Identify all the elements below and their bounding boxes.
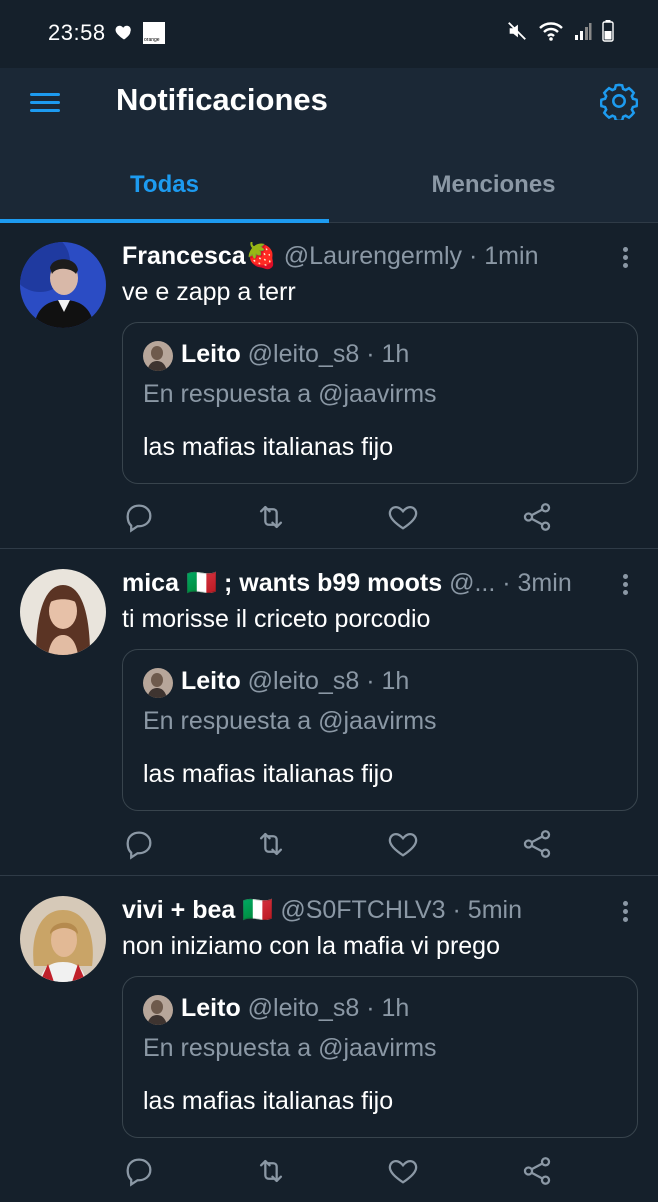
- quoted-tweet[interactable]: Leito @leito_s8 · 1h En respuesta a @jaa…: [122, 649, 638, 811]
- mute-icon: [506, 20, 528, 47]
- quote-text: las mafias italianas fijo: [143, 1087, 394, 1115]
- username: @leito_s8: [247, 994, 360, 1022]
- avatar[interactable]: [20, 242, 106, 328]
- share-icon[interactable]: [520, 827, 556, 863]
- notification-item[interactable]: mica 🇮🇹 ; wants b99 moots @... · 3min ti…: [0, 549, 658, 876]
- username: @leito_s8: [247, 667, 360, 695]
- notification-item[interactable]: vivi + bea 🇮🇹 @S0FTCHLV3 · 5min non iniz…: [0, 876, 658, 1202]
- wifi-icon: [538, 20, 564, 47]
- italy-flag-emoji: 🇮🇹: [185, 569, 218, 597]
- separator: ·: [366, 667, 375, 695]
- timestamp: 1h: [381, 667, 410, 695]
- avatar[interactable]: [20, 569, 106, 655]
- quote-text: las mafias italianas fijo: [143, 760, 394, 788]
- like-icon[interactable]: [386, 1154, 422, 1190]
- action-bar: [122, 500, 562, 536]
- display-name: Leito: [181, 667, 241, 695]
- strawberry-emoji: 🍓: [245, 242, 277, 270]
- status-icons: [506, 20, 614, 47]
- reply-context: En respuesta a @jaavirms: [143, 1034, 437, 1062]
- like-icon[interactable]: [386, 827, 422, 863]
- app-bar: Notificaciones Todas Menciones: [0, 68, 658, 223]
- tab-todas[interactable]: Todas: [0, 156, 329, 222]
- display-name[interactable]: Francesca: [122, 242, 246, 270]
- tweet-text: ti morisse il criceto porcodio: [122, 605, 431, 633]
- separator: ·: [502, 569, 511, 597]
- avatar: [143, 341, 173, 371]
- reply-icon[interactable]: [122, 1154, 158, 1190]
- notification-header: Francesca🍓 @Laurengermly · 1min: [122, 242, 592, 271]
- retweet-icon[interactable]: [254, 1154, 290, 1190]
- avatar[interactable]: [20, 896, 106, 982]
- tweet-text: ve e zapp a terr: [122, 278, 296, 306]
- retweet-icon[interactable]: [254, 827, 290, 863]
- quote-header: Leito @leito_s8 · 1h: [181, 340, 409, 369]
- separator: ·: [366, 994, 375, 1022]
- notification-item[interactable]: Francesca🍓 @Laurengermly · 1min ve e zap…: [0, 222, 658, 549]
- timestamp: 1h: [381, 994, 410, 1022]
- username: @...: [449, 569, 496, 597]
- notification-header: mica 🇮🇹 ; wants b99 moots @... · 3min: [122, 569, 592, 598]
- tweet-text: non iniziamo con la mafia vi prego: [122, 932, 500, 960]
- more-options-icon[interactable]: [616, 571, 634, 599]
- separator: ·: [469, 242, 478, 270]
- avatar: [143, 995, 173, 1025]
- battery-icon: [602, 20, 614, 47]
- settings-icon[interactable]: [599, 82, 639, 123]
- quote-header: Leito @leito_s8 · 1h: [181, 667, 409, 696]
- status-time: 23:58: [48, 20, 106, 45]
- orange-logo: orange: [143, 22, 165, 44]
- display-name[interactable]: mica: [122, 569, 179, 597]
- more-options-icon[interactable]: [616, 244, 634, 272]
- tab-bar: Todas Menciones: [0, 156, 658, 223]
- more-options-icon[interactable]: [616, 898, 634, 926]
- italy-flag-emoji: 🇮🇹: [242, 896, 274, 924]
- display-name: Leito: [181, 994, 241, 1022]
- page-title: Notificaciones: [116, 82, 328, 117]
- timestamp: 5min: [467, 896, 522, 924]
- menu-icon[interactable]: [30, 88, 60, 116]
- retweet-icon[interactable]: [254, 500, 290, 536]
- reply-context: En respuesta a @jaavirms: [143, 707, 437, 735]
- status-bar: 23:58 orange: [0, 0, 658, 68]
- notification-header: vivi + bea 🇮🇹 @S0FTCHLV3 · 5min: [122, 896, 592, 925]
- heart-icon: [114, 22, 134, 47]
- like-icon[interactable]: [386, 500, 422, 536]
- signal-icon: [574, 21, 592, 46]
- username: @S0FTCHLV3: [280, 896, 446, 924]
- quote-text: las mafias italianas fijo: [143, 433, 394, 461]
- display-name-suffix: ; wants b99 moots: [224, 569, 443, 597]
- display-name: Leito: [181, 340, 241, 368]
- quoted-tweet[interactable]: Leito @leito_s8 · 1h En respuesta a @jaa…: [122, 976, 638, 1138]
- reply-icon[interactable]: [122, 500, 158, 536]
- username: @leito_s8: [247, 340, 360, 368]
- tab-menciones[interactable]: Menciones: [329, 156, 658, 222]
- timestamp: 1min: [484, 242, 539, 270]
- reply-icon[interactable]: [122, 827, 158, 863]
- quoted-tweet[interactable]: Leito @leito_s8 · 1h En respuesta a @jaa…: [122, 322, 638, 484]
- quote-header: Leito @leito_s8 · 1h: [181, 994, 409, 1023]
- share-icon[interactable]: [520, 500, 556, 536]
- display-name[interactable]: vivi + bea: [122, 896, 235, 924]
- timestamp: 1h: [381, 340, 410, 368]
- separator: ·: [366, 340, 375, 368]
- share-icon[interactable]: [520, 1154, 556, 1190]
- avatar: [143, 668, 173, 698]
- action-bar: [122, 827, 562, 863]
- username: @Laurengermly: [283, 242, 463, 270]
- reply-context: En respuesta a @jaavirms: [143, 380, 437, 408]
- carrier-logo-text: orange: [144, 37, 160, 43]
- action-bar: [122, 1154, 562, 1190]
- separator: ·: [452, 896, 461, 924]
- timestamp: 3min: [517, 569, 572, 597]
